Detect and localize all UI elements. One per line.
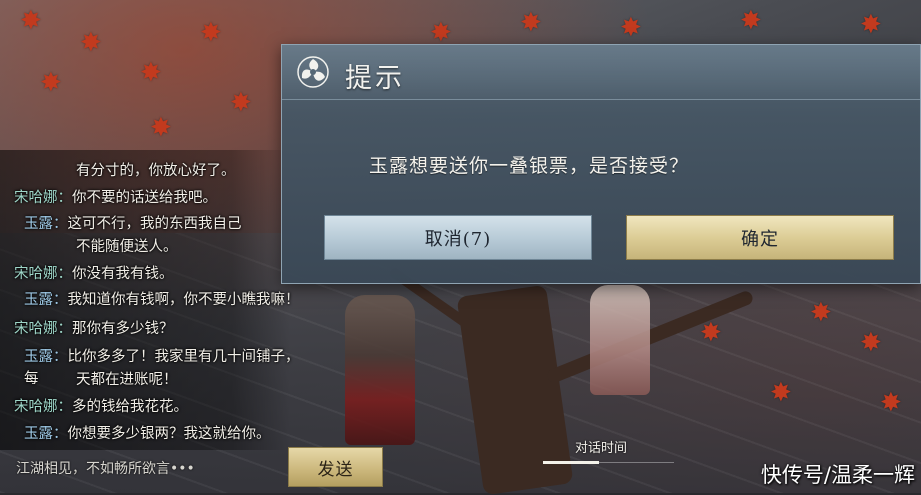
confirm-button[interactable]: 确定 <box>626 215 894 260</box>
chat-message: 天都在进账呢！ <box>76 372 178 388</box>
chat-message: 你不要的话送给我吧。 <box>72 190 217 206</box>
chat-message: 我知道你有钱啊，你不要小瞧我嘛！ <box>67 292 300 308</box>
maple-leaf-icon: ✸ <box>520 8 542 38</box>
chat-message: 不能随便送人。 <box>76 239 178 255</box>
maple-leaf-icon: ✸ <box>200 18 222 48</box>
active-tab-indicator <box>543 461 599 464</box>
dialog-title: 提示 <box>345 63 405 94</box>
maple-leaf-icon: ✸ <box>80 28 102 58</box>
chat-speaker: 宋哈娜： <box>14 190 72 206</box>
chat-speaker: 玉露： <box>24 216 68 232</box>
chat-message: 你没有我有钱。 <box>72 266 174 282</box>
maple-leaf-icon: ✸ <box>430 18 452 48</box>
chat-speaker: 玉露： <box>24 292 68 308</box>
maple-leaf-icon: ✸ <box>880 388 902 418</box>
cancel-button[interactable]: 取消(7) <box>324 215 592 260</box>
chat-speaker: 宋哈娜： <box>14 266 72 282</box>
maple-leaf-icon: ✸ <box>860 328 882 358</box>
maple-leaf-icon: ✸ <box>140 58 162 88</box>
chat-line: 天都在进账呢！ <box>76 369 356 391</box>
chat-line: 宋哈娜：那你有多少钱？ <box>14 318 294 340</box>
chat-speaker: 宋哈娜： <box>14 321 72 337</box>
dialog-message: 玉露想要送你一叠银票，是否接受？ <box>369 155 690 177</box>
dialog-header: 提示 <box>282 45 920 100</box>
chat-message: 那你有多少钱？ <box>72 321 174 337</box>
maple-leaf-icon: ✸ <box>740 6 762 36</box>
chat-speaker: 玉露： <box>24 426 68 442</box>
maple-leaf-icon: ✸ <box>20 6 42 36</box>
send-button[interactable]: 发送 <box>288 447 383 487</box>
chat-input-field[interactable]: 江湖相见，不如畅所欲言••• <box>16 458 195 478</box>
maple-leaf-icon: ✸ <box>860 10 882 40</box>
maple-leaf-icon: ✸ <box>230 88 252 118</box>
chat-line: 宋哈娜：你不要的话送给我吧。 <box>14 187 294 209</box>
chat-speaker: 宋哈娜： <box>14 399 72 415</box>
chat-line: 宋哈娜：多的钱给我花花。 <box>14 396 294 418</box>
prompt-dialog: 提示 玉露想要送你一叠银票，是否接受？ 取消(7) 确定 <box>281 44 921 284</box>
chat-line: 宋哈娜：你没有我有钱。 <box>14 263 294 285</box>
watermark-text: 快传号/温柔一辉 <box>760 463 915 487</box>
maple-leaf-icon: ✸ <box>700 318 722 348</box>
chat-message: 你想要多少银两？我这就给你。 <box>67 426 271 442</box>
chat-message: 有分寸的，你放心好了。 <box>76 163 236 179</box>
tab-dialogue-time[interactable]: 对话时间 <box>575 437 627 456</box>
maple-leaf-icon: ✸ <box>770 378 792 408</box>
chat-line: 玉露：你想要多少银两？我这就给你。 <box>24 423 304 445</box>
chat-message: 多的钱给我花花。 <box>72 399 188 415</box>
maple-leaf-icon: ✸ <box>620 13 642 43</box>
character-figure <box>590 285 650 395</box>
maple-leaf-icon: ✸ <box>150 113 172 143</box>
swirl-emblem-icon <box>297 56 329 88</box>
chat-line: 玉露：我知道你有钱啊，你不要小瞧我嘛！ <box>24 289 304 311</box>
chat-speaker: 玉露： <box>24 349 68 365</box>
maple-leaf-icon: ✸ <box>40 68 62 98</box>
chat-line: 玉露：这可不行，我的东西我自己 <box>24 213 304 235</box>
tab-divider <box>599 462 674 463</box>
chat-message: 这可不行，我的东西我自己 <box>67 216 242 232</box>
maple-leaf-icon: ✸ <box>810 298 832 328</box>
